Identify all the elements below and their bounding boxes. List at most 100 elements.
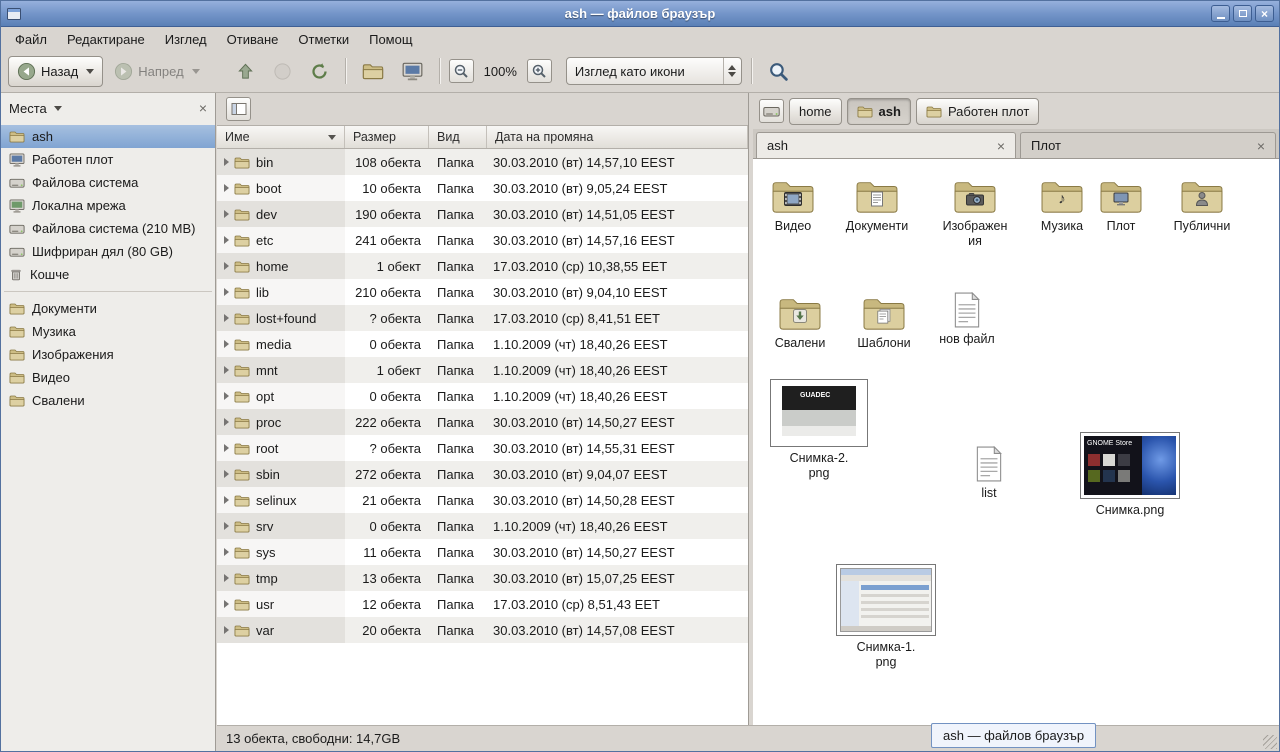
expander-icon[interactable] (224, 262, 229, 270)
menu-item[interactable]: Изглед (155, 28, 217, 50)
stop-button[interactable] (266, 56, 299, 87)
column-header-size[interactable]: Размер (345, 126, 429, 148)
table-row[interactable]: boot10 обектаПапка30.03.2010 (вт) 9,05,2… (217, 175, 748, 201)
table-row[interactable]: lib210 обектаПапка30.03.2010 (вт) 9,04,1… (217, 279, 748, 305)
folder-icon (234, 260, 250, 273)
tab-plot[interactable]: Плот × (1020, 132, 1276, 158)
sidebar-title[interactable]: Места (9, 101, 47, 116)
file-item-list[interactable]: list (947, 446, 1031, 501)
sidebar-item[interactable]: Музика (1, 320, 215, 343)
table-row[interactable]: mnt1 обектПапка1.10.2009 (чт) 18,40,26 E… (217, 357, 748, 383)
search-button[interactable] (761, 56, 796, 87)
sidebar-close-button[interactable]: × (199, 100, 207, 116)
maximize-button[interactable] (1233, 5, 1252, 22)
file-item-snimka-1[interactable]: Снимка-1. png (833, 564, 939, 670)
table-row[interactable]: home1 обектПапка17.03.2010 (ср) 10,38,55… (217, 253, 748, 279)
expander-icon[interactable] (224, 210, 229, 218)
zoom-in-button[interactable] (527, 59, 552, 83)
sidebar-item[interactable]: Документи (1, 297, 215, 320)
expander-icon[interactable] (224, 158, 229, 166)
table-row[interactable]: sys11 обектаПапка30.03.2010 (вт) 14,50,2… (217, 539, 748, 565)
sidebar-item[interactable]: Видео (1, 366, 215, 389)
folder-item-images[interactable]: Изображен ия (933, 173, 1017, 249)
expander-icon[interactable] (224, 314, 229, 322)
expander-icon[interactable] (224, 184, 229, 192)
tab-ash[interactable]: ash × (756, 132, 1016, 158)
menu-item[interactable]: Помощ (359, 28, 422, 50)
expander-icon[interactable] (224, 600, 229, 608)
path-button-home[interactable]: home (789, 98, 842, 125)
table-row[interactable]: sbin272 обектаПапка30.03.2010 (вт) 9,04,… (217, 461, 748, 487)
folder-item-documents[interactable]: Документи (835, 173, 919, 234)
close-button[interactable]: × (1255, 5, 1274, 22)
sidebar-item[interactable]: Кошче (1, 263, 215, 286)
computer-button[interactable] (395, 56, 430, 87)
table-row[interactable]: lost+found? обектаПапка17.03.2010 (ср) 8… (217, 305, 748, 331)
table-row[interactable]: proc222 обектаПапка30.03.2010 (вт) 14,50… (217, 409, 748, 435)
expander-icon[interactable] (224, 392, 229, 400)
expander-icon[interactable] (224, 496, 229, 504)
sidebar-item[interactable]: Шифриран дял (80 GB) (1, 240, 215, 263)
table-row[interactable]: var20 обектаПапка30.03.2010 (вт) 14,57,0… (217, 617, 748, 643)
sidebar-item[interactable]: Изображения (1, 343, 215, 366)
forward-button[interactable]: Напред (107, 56, 206, 87)
expander-icon[interactable] (224, 470, 229, 478)
expander-icon[interactable] (224, 236, 229, 244)
back-button[interactable]: Назад (8, 56, 103, 87)
expander-icon[interactable] (224, 522, 229, 530)
file-item-snimka[interactable]: GNOME Store Снимка.png (1077, 432, 1183, 518)
resize-grip[interactable] (1263, 735, 1277, 749)
table-row[interactable]: opt0 обектаПапка1.10.2009 (чт) 18,40,26 … (217, 383, 748, 409)
reload-button[interactable] (303, 56, 336, 87)
table-row[interactable]: tmp13 обектаПапка30.03.2010 (вт) 15,07,2… (217, 565, 748, 591)
menu-item[interactable]: Отметки (288, 28, 359, 50)
folder-icon (234, 312, 250, 325)
sidebar-item[interactable]: Файлова система (210 MB) (1, 217, 215, 240)
expander-icon[interactable] (224, 548, 229, 556)
table-row[interactable]: selinux21 обектаПапка30.03.2010 (вт) 14,… (217, 487, 748, 513)
folder-item-downloads[interactable]: Свалени (758, 290, 842, 351)
toggle-location-entry-button[interactable] (226, 97, 251, 121)
table-row[interactable]: bin108 обектаПапка30.03.2010 (вт) 14,57,… (217, 149, 748, 175)
expander-icon[interactable] (224, 418, 229, 426)
table-row[interactable]: etc241 обектаПапка30.03.2010 (вт) 14,57,… (217, 227, 748, 253)
file-item-new-file[interactable]: нов файл (925, 290, 1009, 347)
table-row[interactable]: root? обектаПапка30.03.2010 (вт) 14,55,3… (217, 435, 748, 461)
expander-icon[interactable] (224, 366, 229, 374)
table-row[interactable]: dev190 обектаПапка30.03.2010 (вт) 14,51,… (217, 201, 748, 227)
path-button-ash[interactable]: ash (847, 98, 911, 125)
sidebar-item[interactable]: Свалени (1, 389, 215, 412)
file-item-snimka-2[interactable]: GUADEC Снимка-2. png (767, 379, 871, 481)
zoom-out-button[interactable] (449, 59, 474, 83)
folder-item-templates[interactable]: Шаблони (842, 290, 926, 351)
expander-icon[interactable] (224, 626, 229, 634)
folder-item-desktop[interactable]: Плот (1087, 173, 1155, 234)
column-header-type[interactable]: Вид (429, 126, 487, 148)
column-header-date[interactable]: Дата на промяна (487, 126, 748, 148)
table-row[interactable]: srv0 обектаПапка1.10.2009 (чт) 18,40,26 … (217, 513, 748, 539)
tab-close-icon[interactable]: × (1257, 138, 1265, 154)
menu-item[interactable]: Файл (5, 28, 57, 50)
folder-item-public[interactable]: Публични (1160, 173, 1244, 234)
up-button[interactable] (229, 56, 262, 87)
home-button[interactable] (355, 56, 391, 87)
path-button-desktop[interactable]: Работен плот (916, 98, 1039, 125)
table-row[interactable]: usr12 обектаПапка17.03.2010 (ср) 8,51,43… (217, 591, 748, 617)
expander-icon[interactable] (224, 574, 229, 582)
minimize-button[interactable] (1211, 5, 1230, 22)
sidebar-item[interactable]: Работен плот (1, 148, 215, 171)
path-root-button[interactable] (759, 99, 784, 123)
tab-close-icon[interactable]: × (997, 138, 1005, 154)
expander-icon[interactable] (224, 288, 229, 296)
column-header-name[interactable]: Име (217, 126, 345, 148)
sidebar-item[interactable]: Файлова система (1, 171, 215, 194)
folder-item-video[interactable]: Видео (753, 173, 835, 234)
view-mode-selector[interactable]: Изглед като икони (566, 57, 742, 85)
sidebar-item[interactable]: Локална мрежа (1, 194, 215, 217)
expander-icon[interactable] (224, 340, 229, 348)
menu-item[interactable]: Отиване (217, 28, 289, 50)
sidebar-item[interactable]: ash (1, 125, 215, 148)
table-row[interactable]: media0 обектаПапка1.10.2009 (чт) 18,40,2… (217, 331, 748, 357)
menu-item[interactable]: Редактиране (57, 28, 155, 50)
expander-icon[interactable] (224, 444, 229, 452)
